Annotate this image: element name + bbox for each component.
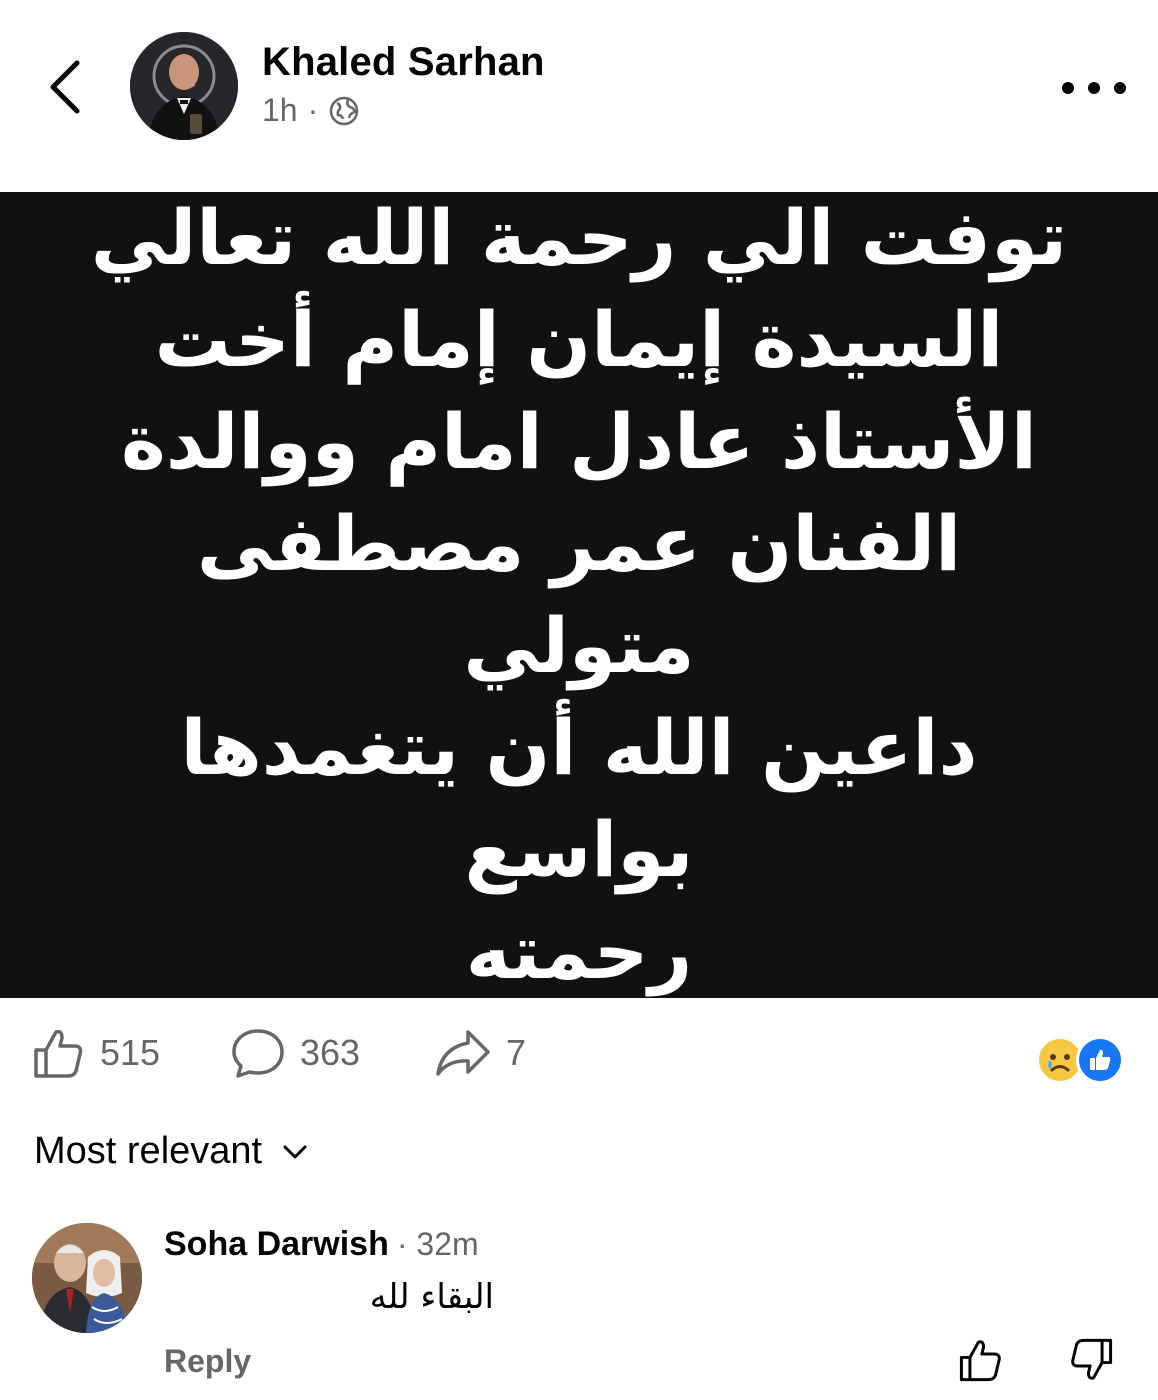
commenter-name[interactable]: Soha Darwish [164, 1225, 389, 1264]
thumbs-up-icon [34, 1029, 83, 1078]
post-meta: 1h · [262, 92, 360, 129]
more-options-button[interactable] [1062, 70, 1126, 106]
comment-header: Soha Darwish · 32m [164, 1225, 479, 1264]
like-button[interactable]: 515 [32, 1026, 160, 1080]
comment-button[interactable]: 363 [230, 1026, 360, 1080]
comment-text: البقاء لله [369, 1277, 494, 1317]
comment-count: 363 [300, 1032, 361, 1073]
post-image[interactable]: توفت الي رحمة الله تعالي السيدة إيمان إم… [0, 192, 1158, 998]
more-dot-icon [1088, 82, 1100, 94]
meta-separator: · [307, 92, 319, 128]
chevron-left-icon [50, 60, 80, 114]
thumbs-up-icon [959, 1340, 1001, 1382]
more-dot-icon [1062, 82, 1074, 94]
share-count: 7 [506, 1032, 527, 1073]
reactions-summary[interactable] [1036, 1036, 1128, 1086]
comment-sort-dropdown[interactable]: Most relevant [34, 1130, 310, 1173]
thumbs-down-icon [1071, 1338, 1113, 1380]
author-avatar[interactable]: G [130, 32, 238, 140]
back-button[interactable] [40, 52, 90, 122]
reply-button[interactable]: Reply [164, 1343, 251, 1380]
comment-dislike-button[interactable] [1068, 1337, 1114, 1388]
like-reaction-icon [1076, 1036, 1124, 1084]
share-button[interactable]: 7 [434, 1026, 526, 1080]
like-count: 515 [100, 1032, 161, 1073]
commenter-avatar[interactable] [32, 1223, 142, 1333]
post-header: G Khaled Sarhan 1h · [0, 0, 1158, 192]
comment-time: · 32m [396, 1226, 479, 1262]
share-arrow-icon [436, 1030, 490, 1076]
author-name[interactable]: Khaled Sarhan [262, 40, 545, 85]
chevron-down-icon [283, 1145, 307, 1158]
more-dot-icon [1114, 82, 1126, 94]
comment-item: Soha Darwish · 32m البقاء لله Reply [0, 1215, 1158, 1400]
comment-bubble-icon [232, 1029, 284, 1078]
post-image-text: توفت الي رحمة الله تعالي السيدة إيمان إم… [90, 193, 1068, 996]
action-bar: 515 363 7 [0, 1020, 1158, 1096]
comment-like-button[interactable] [958, 1337, 1004, 1388]
globe-icon [330, 96, 359, 125]
post-time[interactable]: 1h [262, 92, 298, 129]
sort-label: Most relevant [34, 1130, 263, 1172]
